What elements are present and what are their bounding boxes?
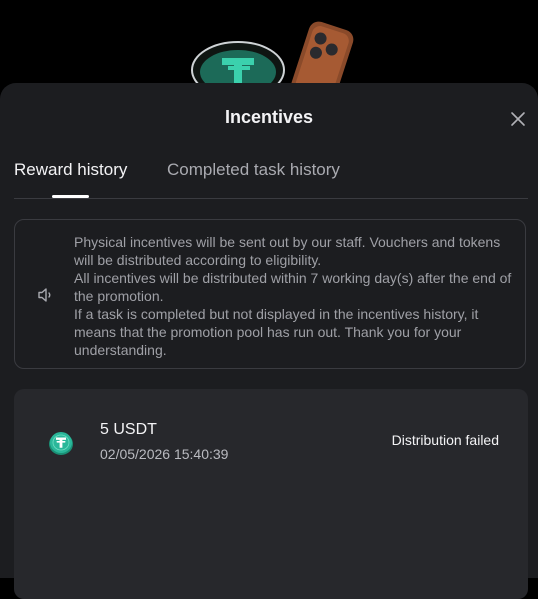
tab-completed-task-history[interactable]: Completed task history [167, 160, 340, 180]
reward-status: Distribution failed [391, 432, 499, 448]
incentives-sheet: Incentives Reward history Completed task… [0, 83, 538, 599]
notice-line: If a task is completed but not displayed… [74, 306, 479, 358]
reward-card: 5 USDT 02/05/2026 15:40:39 Distribution … [14, 389, 528, 599]
tab-reward-history[interactable]: Reward history [14, 160, 127, 180]
history-tabs: Reward history Completed task history [14, 160, 528, 199]
notice-line: All incentives will be distributed withi… [74, 270, 512, 304]
active-tab-indicator [52, 195, 89, 198]
usdt-coin-icon [48, 430, 74, 456]
sheet-title: Incentives [224, 107, 314, 127]
notice-box: Physical incentives will be sent out by … [14, 219, 526, 369]
promo-banner-art [0, 0, 538, 90]
notice-line: Physical incentives will be sent out by … [74, 234, 501, 268]
reward-timestamp: 02/05/2026 15:40:39 [100, 446, 229, 462]
close-button[interactable] [506, 107, 530, 131]
close-icon [511, 112, 525, 126]
notice-text: Physical incentives will be sent out by … [74, 233, 514, 359]
speaker-icon [37, 286, 55, 304]
reward-amount: 5 USDT [100, 421, 157, 438]
coin-and-phone-illustration [191, 21, 354, 90]
